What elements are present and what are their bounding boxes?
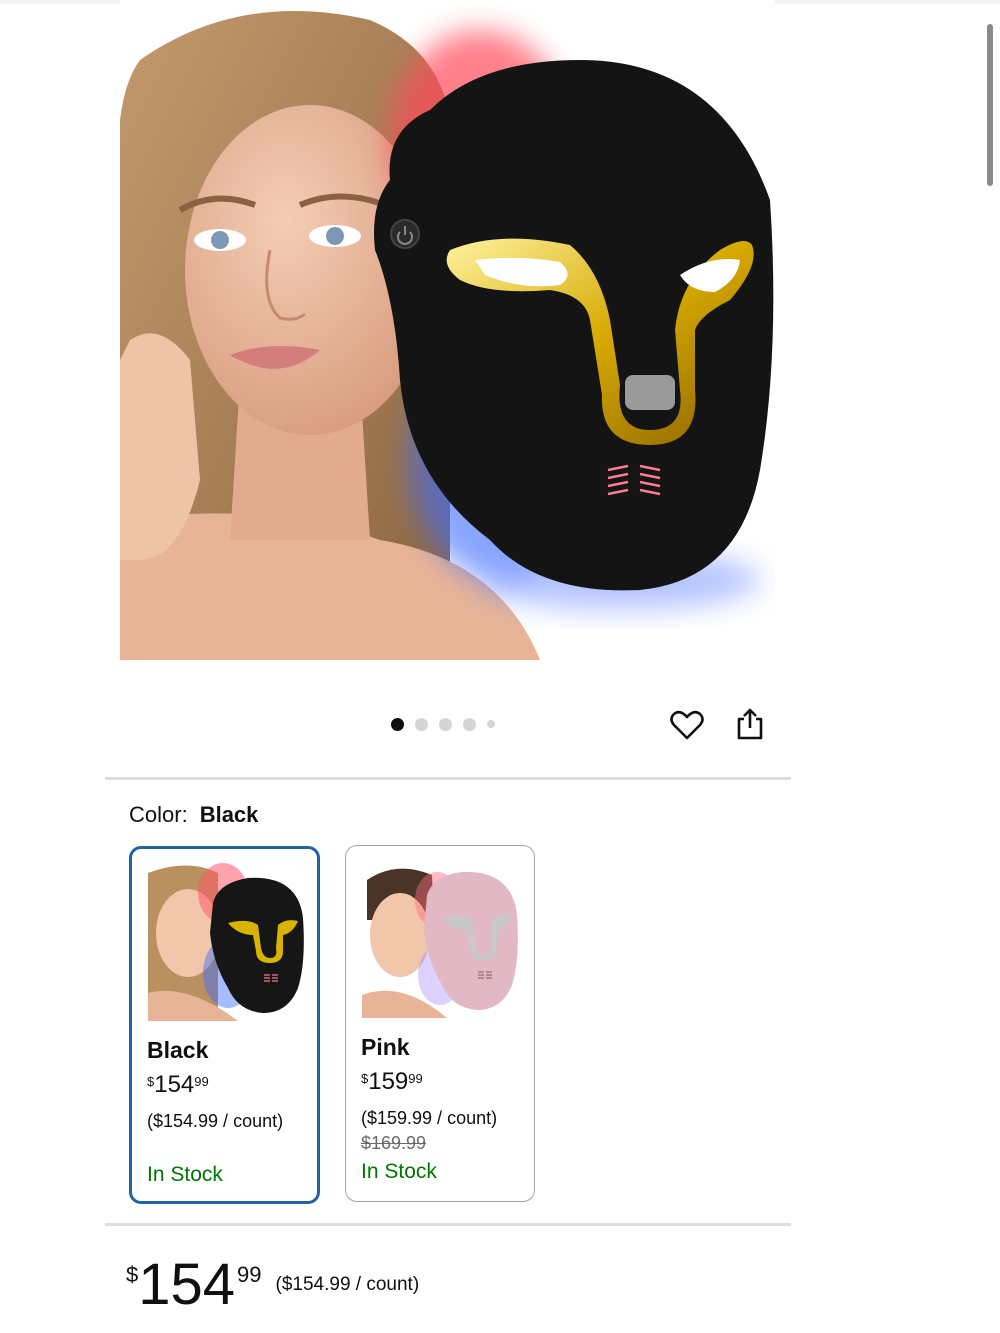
swatch-thumbnail — [362, 860, 520, 1018]
swatch-unit-price: ($154.99 / count) — [147, 1111, 284, 1131]
color-swatch-black[interactable]: Black $ 154 99 ($154.99 / count) In Stoc… — [129, 846, 320, 1204]
price-currency: $ — [361, 1071, 369, 1086]
color-selector-label: Color: Black — [129, 802, 258, 828]
carousel-dot-4[interactable] — [463, 717, 476, 731]
price-currency: $ — [126, 1262, 139, 1287]
price-fraction: 99 — [237, 1262, 262, 1287]
product-hero-image[interactable] — [120, 0, 775, 660]
swatch-name: Pink — [361, 1034, 410, 1060]
swatch-stock-status: In Stock — [361, 1160, 437, 1183]
selected-color: Black — [199, 802, 259, 827]
swatch-price: $ 159 99 — [361, 1068, 423, 1096]
swatch-name: Black — [147, 1037, 209, 1063]
price-fraction: 99 — [408, 1071, 423, 1086]
swatch-unit-price: ($159.99 / count) — [361, 1108, 498, 1128]
scrollbar[interactable] — [987, 24, 993, 186]
carousel-dot-3[interactable] — [439, 717, 452, 731]
color-label: Color: — [129, 802, 188, 827]
price-whole: 154 — [154, 1071, 195, 1098]
section-divider — [105, 1223, 791, 1226]
carousel-dot-2[interactable] — [415, 717, 428, 731]
swatch-thumbnail — [148, 863, 306, 1021]
carousel-dot-1[interactable] — [391, 717, 404, 731]
share-icon[interactable] — [732, 706, 768, 742]
carousel-dot-5[interactable] — [487, 720, 495, 728]
product-price: $ 154 99 ($154.99 / count) — [126, 1256, 419, 1314]
section-divider — [105, 777, 791, 780]
swatch-stock-status: In Stock — [147, 1163, 223, 1186]
price-fraction: 99 — [194, 1074, 209, 1089]
swatch-price: $ 154 99 — [147, 1071, 209, 1099]
price-whole: 159 — [368, 1068, 409, 1095]
heart-icon[interactable] — [669, 707, 705, 743]
image-carousel-indicator[interactable] — [391, 716, 495, 732]
price-whole: 154 — [138, 1252, 236, 1317]
color-swatch-pink[interactable]: Pink $ 159 99 ($159.99 / count) $169.99 … — [345, 845, 535, 1202]
price-currency: $ — [147, 1074, 155, 1089]
unit-price: ($154.99 / count) — [275, 1274, 420, 1295]
swatch-list-price: $169.99 — [361, 1133, 427, 1153]
